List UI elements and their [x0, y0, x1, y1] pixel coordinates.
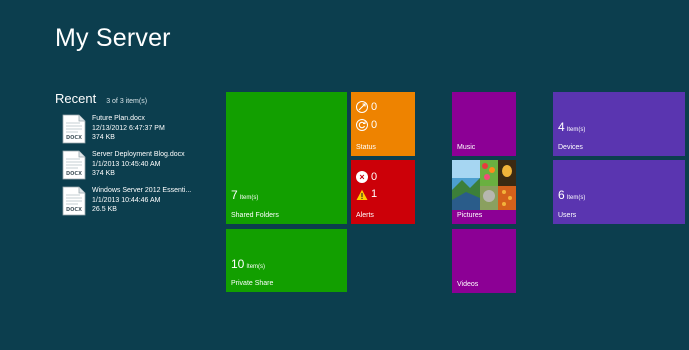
status-value: 0: [371, 101, 378, 113]
tile-label: Users: [558, 212, 577, 219]
count-number: 6: [558, 188, 565, 202]
status-value: 0: [371, 119, 378, 131]
tile-label: Private Share: [231, 280, 274, 287]
file-extension: DOCX: [66, 207, 82, 213]
tile-label: Alerts: [356, 212, 374, 219]
recent-count: 3 of 3 item(s): [106, 98, 148, 105]
count-number: 4: [558, 120, 565, 134]
pictures-thumbnail-icon: [452, 160, 516, 210]
status-row-refresh: 0: [356, 119, 377, 131]
word-document-icon: DOCX: [62, 186, 86, 216]
tile-videos[interactable]: Videos: [452, 229, 516, 293]
sync-tools-icon: [356, 101, 368, 113]
status-row-sync: 0: [356, 101, 377, 113]
file-size: 374 KB: [92, 170, 115, 177]
tile-label: Pictures: [457, 212, 483, 219]
tile-private-share[interactable]: 10 Item(s) Private Share: [226, 229, 347, 292]
shared-folders-count: 7 Item(s): [231, 188, 258, 202]
tile-label: Music: [457, 144, 476, 151]
recent-title: Recent: [55, 91, 97, 106]
alert-row-errors: × 0: [356, 171, 377, 183]
recent-item-windows-server-2012[interactable]: DOCX Windows Server 2012 Essenti... 1/1/…: [62, 186, 202, 221]
page-title: My Server: [55, 24, 171, 52]
recent-item-server-deployment-blog[interactable]: DOCX Server Deployment Blog.docx 1/1/201…: [62, 150, 202, 185]
file-extension: DOCX: [66, 135, 82, 141]
tile-alerts[interactable]: × 0 1 Alerts: [351, 160, 415, 224]
word-document-icon: DOCX: [62, 114, 86, 144]
recent-list: DOCX Future Plan.docx 12/13/2012 6:47:37…: [62, 114, 202, 222]
tile-label: Shared Folders: [231, 212, 279, 219]
file-name: Future Plan.docx: [92, 115, 145, 122]
recent-item-future-plan[interactable]: DOCX Future Plan.docx 12/13/2012 6:47:37…: [62, 114, 202, 149]
count-unit: Item(s): [239, 195, 259, 201]
file-size: 26.5 KB: [92, 206, 117, 213]
tile-label: Videos: [457, 281, 479, 288]
count-unit: Item(s): [566, 127, 586, 133]
devices-count: 4 Item(s): [558, 120, 585, 134]
private-share-count: 10 Item(s): [231, 257, 265, 271]
file-date: 12/13/2012 6:47:37 PM: [92, 124, 165, 132]
file-name: Windows Server 2012 Essenti...: [92, 187, 192, 194]
tile-pictures[interactable]: Pictures: [452, 160, 516, 224]
tile-label: Status: [356, 144, 376, 151]
users-count: 6 Item(s): [558, 188, 585, 202]
tile-status[interactable]: 0 0 Status: [351, 92, 415, 156]
tile-devices[interactable]: 4 Item(s) Devices: [553, 92, 685, 156]
warning-icon: [356, 188, 368, 200]
file-size: 374 KB: [92, 134, 115, 141]
tile-music[interactable]: Music: [452, 92, 516, 156]
word-document-icon: DOCX: [62, 150, 86, 180]
count-number: 10: [231, 257, 245, 271]
count-unit: Item(s): [246, 264, 266, 270]
file-extension: DOCX: [66, 171, 82, 177]
error-icon: ×: [356, 171, 368, 183]
tile-users[interactable]: 6 Item(s) Users: [553, 160, 685, 224]
file-date: 1/1/2013 10:45:40 AM: [92, 160, 161, 168]
tile-label: Devices: [558, 144, 583, 151]
file-date: 1/1/2013 10:44:46 AM: [92, 196, 161, 204]
recent-header: Recent 3 of 3 item(s): [55, 91, 147, 106]
count-number: 7: [231, 188, 238, 202]
tile-shared-folders[interactable]: 7 Item(s) Shared Folders: [226, 92, 347, 224]
alert-value: 0: [371, 171, 378, 183]
file-name: Server Deployment Blog.docx: [92, 151, 185, 158]
refresh-icon: [356, 119, 368, 131]
alert-value: 1: [371, 188, 378, 200]
count-unit: Item(s): [566, 195, 586, 201]
alert-row-warnings: 1: [356, 188, 377, 200]
